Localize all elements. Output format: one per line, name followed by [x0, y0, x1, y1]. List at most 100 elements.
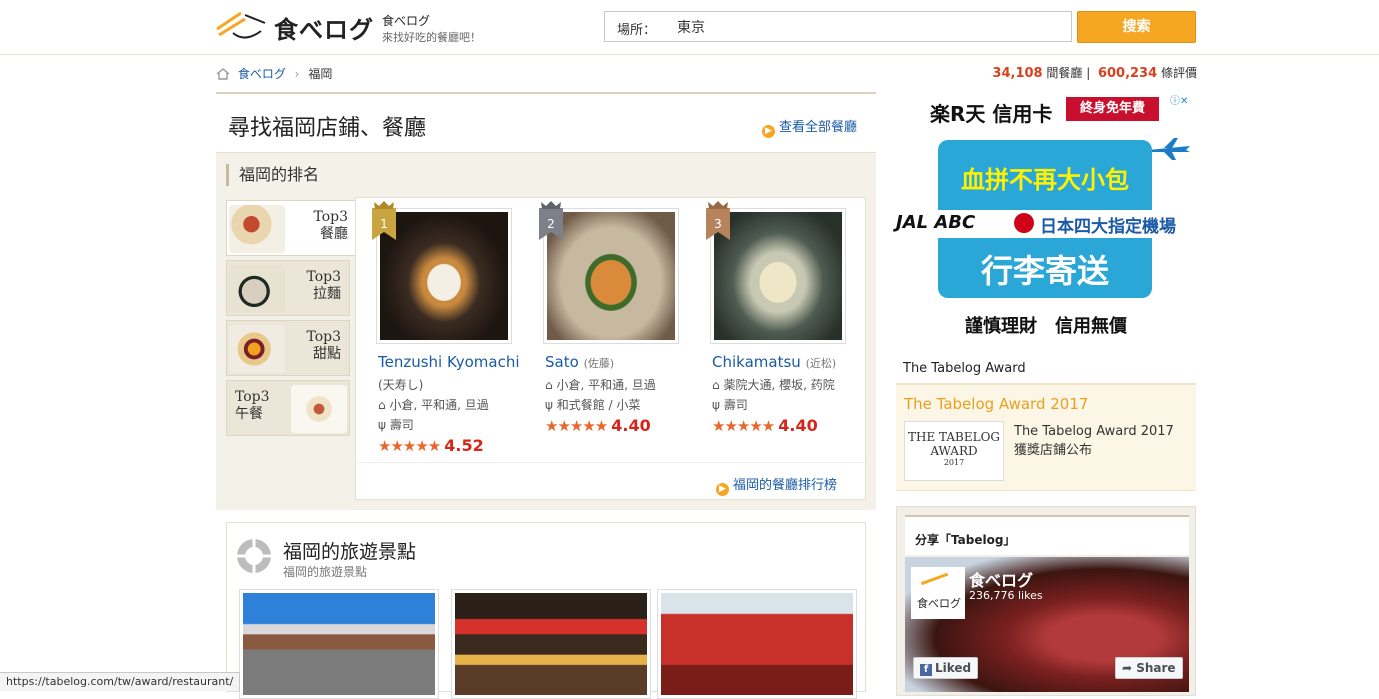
ad-slogan: 謹慎理財 信用無價	[965, 316, 1127, 337]
facebook-widget-header: 分享「Tabelog」	[905, 515, 1189, 555]
chopsticks-logo-icon[interactable]	[215, 9, 267, 43]
train-icon: ⌂	[545, 378, 557, 392]
lunch-image	[291, 385, 347, 433]
share-arrow-icon: ➦	[1122, 661, 1137, 675]
reviews-label: 條評價	[1160, 66, 1197, 80]
travel-spot-image[interactable]	[451, 589, 651, 699]
restaurant-name[interactable]: Tenzushi Kyomachi	[378, 353, 520, 371]
star-rating-icon: ★★★★★	[545, 417, 608, 435]
facebook-heading: 分享「Tabelog」	[915, 533, 1016, 547]
rank-number: 1	[380, 217, 388, 231]
search-label: 場所：	[617, 23, 657, 38]
restaurants-count: 34,108	[992, 66, 1043, 81]
star-rating-icon: ★★★★★	[712, 417, 775, 435]
page-title: 尋找福岡店鋪、餐廳	[228, 116, 427, 141]
tab-label: Top3 拉麵	[306, 269, 341, 302]
pasta-dish-image	[229, 205, 285, 253]
ad-choices-icon[interactable]: ⓘ✕	[1170, 92, 1196, 107]
bronze-crown-icon: 3	[706, 201, 730, 240]
restaurant-name-jp: (天寿し)	[378, 378, 424, 392]
share-button[interactable]: ➦ Share	[1115, 657, 1183, 679]
ad-brand: 楽R天 信用卡	[930, 102, 1053, 126]
logo-tagline: 來找好吃的餐廳吧！	[382, 31, 481, 44]
rating-score: 4.40	[778, 416, 818, 435]
header: 食べログ 食べログ 來找好吃的餐廳吧！ 場所： 搜索	[0, 0, 1379, 55]
award-box[interactable]: The Tabelog Award 2017 THE TABELOG AWARD…	[896, 383, 1196, 491]
rank-number: 2	[547, 217, 555, 231]
award-logo[interactable]: THE TABELOG AWARD 2017	[904, 421, 1004, 481]
ranking-link[interactable]: ▶ 福岡的餐廳排行榜	[716, 474, 837, 496]
facebook-page-card[interactable]: 食べログ 食べログ 236,776 likes f Liked ➦ Share	[905, 557, 1189, 692]
travel-spot-image[interactable]	[657, 589, 857, 699]
ranking-link-label: 福岡的餐廳排行榜	[733, 478, 838, 493]
train-icon: ⌂	[378, 398, 390, 412]
dessert-image	[229, 325, 285, 373]
tab-ramen[interactable]: Top3 拉麵	[226, 260, 350, 316]
breadcrumb-home[interactable]: 食べログ	[238, 67, 286, 81]
ad-badge: 終身免年費	[1066, 97, 1159, 121]
restaurant-genre: ψ 和式餐館 / 小菜	[545, 398, 641, 412]
restaurant-area: ⌂ 小倉, 平和通, 旦過	[378, 398, 489, 412]
tab-lunch[interactable]: Top3 午餐	[226, 380, 350, 436]
silver-crown-icon: 2	[539, 201, 563, 240]
facebook-widget: 分享「Tabelog」 食べログ 食べログ 236,776 likes f Lik…	[896, 506, 1196, 696]
star-rating-icon: ★★★★★	[378, 437, 441, 455]
ramen-dish-image	[229, 265, 285, 313]
award-heading: The Tabelog Award	[903, 361, 1026, 376]
search-button[interactable]: 搜索	[1077, 11, 1196, 43]
ad-airports: 日本四大指定機場	[1040, 217, 1176, 237]
credit-card-ad[interactable]: 楽R天 信用卡 終身免年費 ⓘ✕ 血拼不再大小包 JAL ABC 日本四大指定機…	[896, 92, 1196, 342]
ranking-title: 福岡的排名	[226, 164, 319, 186]
restaurant-genre: ψ 壽司	[712, 398, 748, 412]
restaurant-area: ⌂ 小倉, 平和通, 旦過	[545, 378, 656, 392]
arrow-right-icon: ▶	[716, 483, 729, 496]
jal-logo-icon	[1014, 213, 1034, 233]
travel-title: 福岡的旅遊景點	[283, 541, 417, 563]
restaurant-rating: ★★★★★ 4.52	[378, 436, 484, 455]
tabelog-logo[interactable]: 食べログ	[911, 567, 965, 619]
rating-score: 4.52	[444, 436, 484, 455]
travel-subtitle: 福岡的旅遊景點	[283, 565, 368, 579]
arrow-right-icon: ▶	[762, 125, 775, 138]
rank-number: 3	[714, 217, 722, 231]
panel-header: 尋找福岡店鋪、餐廳 ▶ 查看全部餐廳	[216, 94, 876, 153]
restaurant-rating: ★★★★★ 4.40	[545, 416, 651, 435]
ad-service: 行李寄送	[980, 252, 1109, 290]
restaurants-label: 間餐廳	[1046, 66, 1083, 80]
like-button[interactable]: f Liked	[913, 657, 979, 679]
award-title[interactable]: The Tabelog Award 2017	[904, 395, 1088, 413]
site-stats: 34,108 間餐廳 | 600,234 條評價	[992, 66, 1197, 81]
travel-spots-section: 福岡的旅遊景點 福岡的旅遊景點	[226, 522, 866, 699]
compass-icon	[237, 539, 271, 573]
breadcrumb-current: 福岡	[308, 67, 333, 81]
travel-spot-image[interactable]	[239, 589, 439, 699]
airplane-icon	[1148, 138, 1190, 160]
restaurant-genre: ψ 壽司	[378, 418, 414, 432]
tab-label: Top3 甜點	[306, 329, 341, 362]
ad-headline: 血拼不再大小包	[961, 166, 1129, 194]
restaurant-name[interactable]: Chikamatsu (近松)	[712, 353, 836, 371]
tab-dessert[interactable]: Top3 甜點	[226, 320, 350, 376]
search-field[interactable]: 場所：	[604, 11, 1072, 42]
gold-crown-icon: 1	[372, 201, 396, 240]
facebook-page-name[interactable]: 食べログ	[969, 567, 1033, 591]
home-icon[interactable]	[216, 68, 230, 83]
divider	[356, 462, 865, 463]
restaurant-search-panel: 尋找福岡店鋪、餐廳 ▶ 查看全部餐廳 福岡的排名 Top3 餐廳 Top3 拉麵 To…	[216, 92, 876, 510]
tab-label: Top3 午餐	[235, 389, 270, 422]
utensils-icon: ψ	[378, 418, 390, 432]
facebook-likes: 236,776 likes	[969, 589, 1043, 602]
logo-subtitle: 食べログ	[382, 14, 431, 28]
award-text[interactable]: The Tabelog Award 2017 獲獎店鋪公布	[1014, 422, 1174, 460]
restaurant-rating: ★★★★★ 4.40	[712, 416, 818, 435]
ranking-cards: 1 Tenzushi Kyomachi (天寿し) ⌂ 小倉, 平和通, 旦過 …	[355, 197, 866, 500]
view-all-label: 查看全部餐廳	[779, 120, 858, 135]
restaurant-name[interactable]: Sato (佐藤)	[545, 353, 614, 371]
view-all-link[interactable]: ▶ 查看全部餐廳	[762, 116, 857, 138]
search-input[interactable]	[675, 18, 1059, 36]
utensils-icon: ψ	[712, 398, 724, 412]
status-bar-url: https://tabelog.com/tw/award/restaurant/	[0, 672, 241, 691]
tab-restaurants[interactable]: Top3 餐廳	[226, 200, 356, 256]
utensils-icon: ψ	[545, 398, 557, 412]
logo-text[interactable]: 食べログ	[274, 10, 374, 45]
